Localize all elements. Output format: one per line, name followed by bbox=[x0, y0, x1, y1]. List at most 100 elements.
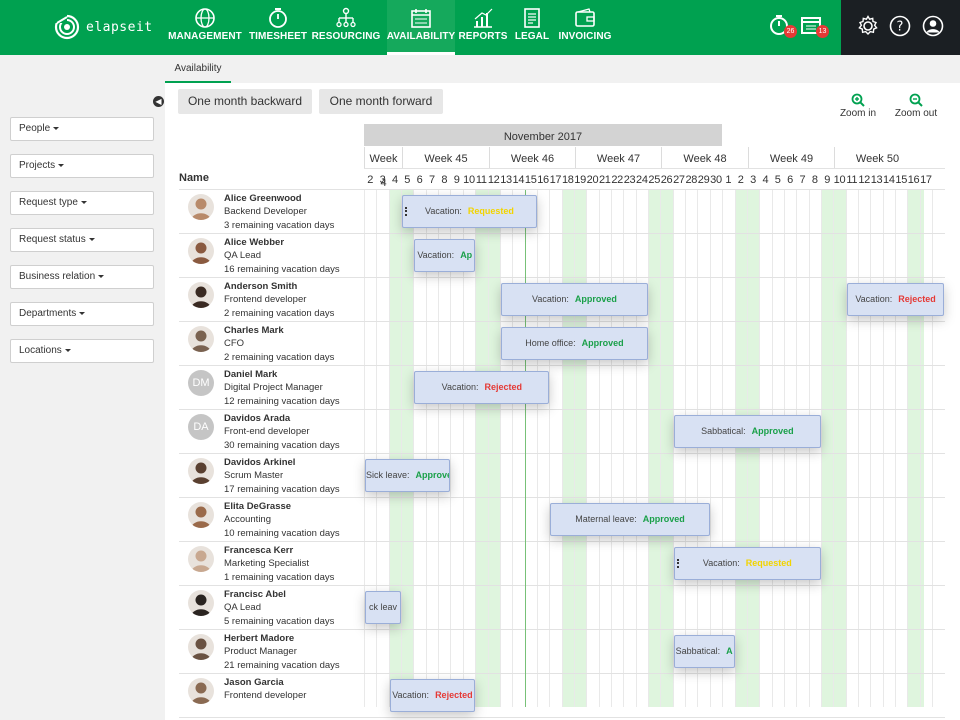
request-status: Approved bbox=[642, 514, 685, 524]
person-row[interactable]: Davidos Arkinel Scrum Master 17 remaining … bbox=[186, 454, 356, 498]
person-row[interactable]: Francesca Kerr Marketing Specialist 1 rema… bbox=[186, 542, 356, 586]
tab-availability[interactable]: Availability bbox=[165, 55, 231, 83]
request-bar[interactable]: Vacation: Rejected bbox=[389, 679, 476, 712]
person-role: Backend Developer bbox=[224, 206, 307, 217]
drag-handle-icon[interactable] bbox=[405, 207, 408, 216]
collapse-sidebar-icon[interactable]: ◀ bbox=[153, 96, 164, 107]
filter-request-type[interactable]: Request type bbox=[10, 191, 154, 215]
zoom-in-icon bbox=[851, 93, 865, 107]
person-row[interactable]: Herbert Madore Product Manager 21 remainin… bbox=[186, 630, 356, 674]
request-status: Approved bbox=[581, 338, 624, 348]
person-row[interactable]: Jason Garcia Frontend developer bbox=[186, 674, 356, 718]
day-header: 8 bbox=[441, 174, 448, 186]
day-header: 21 bbox=[598, 174, 611, 186]
request-bar[interactable]: Vacation: Approved bbox=[500, 283, 649, 316]
person-row[interactable]: Alice Greenwood Backend Developer 3 remain… bbox=[186, 190, 356, 234]
person-role: Digital Project Manager bbox=[224, 382, 323, 393]
request-bar[interactable]: Maternal leave: Approved bbox=[550, 503, 710, 536]
request-bar[interactable]: Vacation: Rejected bbox=[846, 283, 945, 316]
day-header: 7 bbox=[799, 174, 806, 186]
day-header: 13 bbox=[500, 174, 512, 186]
request-type: Vacation: bbox=[392, 690, 430, 700]
request-bar[interactable]: Vacation: Ap bbox=[414, 239, 476, 272]
nav-timesheet[interactable]: TIMESHEET bbox=[249, 0, 307, 55]
person-role: Frontend developer bbox=[224, 294, 307, 305]
day-header: 14 bbox=[512, 174, 525, 186]
app-logo[interactable]: elapseit bbox=[54, 13, 153, 41]
request-bar[interactable]: Sabbatical: A bbox=[673, 635, 735, 668]
zoom-out-button[interactable]: Zoom out bbox=[892, 93, 940, 119]
calendar-icon bbox=[409, 7, 433, 29]
person-row[interactable]: Elita DeGrasse Accounting 10 remaining vac… bbox=[186, 498, 356, 542]
filter-projects[interactable]: Projects bbox=[10, 154, 154, 178]
avatar bbox=[188, 546, 214, 572]
day-header: 17 bbox=[920, 174, 932, 186]
chevron-down-icon bbox=[88, 237, 95, 241]
day-header: 20 bbox=[586, 174, 599, 186]
day-header: 9 bbox=[453, 174, 460, 186]
nav-label: AVAILABILITY bbox=[386, 31, 456, 42]
avatar bbox=[188, 590, 214, 616]
today-marker bbox=[525, 190, 526, 707]
one-month-backward-button[interactable]: One month backward bbox=[178, 89, 312, 114]
day-header: 30 bbox=[710, 174, 722, 186]
day-header: 28 bbox=[685, 174, 698, 186]
day-header: 19 bbox=[574, 174, 586, 186]
filter-request-status[interactable]: Request status bbox=[10, 228, 154, 252]
nav-legal[interactable]: LEGAL bbox=[515, 0, 549, 55]
person-row[interactable]: DM Daniel Mark Digital Project Manager 12 r… bbox=[186, 366, 356, 410]
nav-availability[interactable]: AVAILABILITY bbox=[387, 0, 455, 55]
settings-icon[interactable] bbox=[857, 15, 879, 37]
request-bar[interactable]: Sabbatical: Approved bbox=[673, 415, 821, 448]
avatar bbox=[188, 326, 214, 352]
person-name: Elita DeGrasse bbox=[224, 501, 292, 512]
person-name: Charles Mark bbox=[224, 325, 284, 336]
request-type: Sabbatical: bbox=[675, 646, 721, 656]
request-type: Vacation: bbox=[417, 250, 455, 260]
request-bar[interactable]: Vacation: Rejected bbox=[414, 371, 550, 404]
svg-text:?: ? bbox=[897, 20, 904, 35]
day-header: 12 bbox=[858, 174, 870, 186]
one-month-forward-button[interactable]: One month forward bbox=[319, 89, 443, 114]
filter-label: People bbox=[19, 123, 51, 134]
nav-invoicing[interactable]: INVOICING bbox=[558, 0, 611, 55]
person-row[interactable]: Alice Webber QA Lead 16 remaining vacation… bbox=[186, 234, 356, 278]
day-header: 5 bbox=[404, 174, 411, 186]
request-bar[interactable]: Vacation: Requested bbox=[402, 195, 537, 228]
drag-handle-icon[interactable] bbox=[676, 559, 679, 568]
nav-label: REPORTS bbox=[458, 31, 508, 42]
filter-business-relation[interactable]: Business relation bbox=[10, 265, 154, 289]
zoom-in-button[interactable]: Zoom in bbox=[839, 93, 877, 119]
person-row[interactable]: Anderson Smith Frontend developer 2 remain… bbox=[186, 278, 356, 322]
request-bar[interactable]: ck leav bbox=[365, 591, 402, 624]
request-bar[interactable]: Sick leave: Approve bbox=[365, 459, 451, 492]
request-status: Rejected bbox=[435, 690, 473, 700]
filter-label: Projects bbox=[19, 160, 56, 171]
request-status: Requested bbox=[745, 558, 792, 568]
request-type: Sick leave: bbox=[366, 470, 410, 480]
day-header: 14 bbox=[883, 174, 895, 186]
help-icon[interactable]: ? bbox=[889, 15, 911, 37]
request-type: Vacation: bbox=[702, 558, 740, 568]
timer-notifications[interactable]: 26 bbox=[765, 0, 797, 55]
person-role: Scrum Master bbox=[224, 470, 284, 481]
logo-text: elapseit bbox=[86, 19, 153, 35]
nav-resourcing[interactable]: RESOURCING bbox=[312, 0, 380, 55]
calendar-notifications[interactable]: 13 bbox=[797, 0, 829, 55]
person-name: Anderson Smith bbox=[224, 281, 298, 292]
filter-locations[interactable]: Locations bbox=[10, 339, 154, 363]
filter-departments[interactable]: Departments bbox=[10, 302, 154, 326]
person-row[interactable]: Charles Mark CFO 2 remaining vacation days bbox=[186, 322, 356, 366]
request-bar[interactable]: Vacation: Requested bbox=[673, 547, 821, 580]
zoom-in-label: Zoom in bbox=[839, 108, 877, 119]
chevron-down-icon bbox=[80, 200, 87, 204]
filter-people[interactable]: People bbox=[10, 117, 154, 141]
person-row[interactable]: Francisc Abel QA Lead 5 remaining vacation… bbox=[186, 586, 356, 630]
nav-reports[interactable]: REPORTS bbox=[458, 0, 508, 55]
person-row[interactable]: DA Davidos Arada Front-end developer 30 rem… bbox=[186, 410, 356, 454]
request-bar[interactable]: Home office: Approved bbox=[500, 327, 649, 360]
org-chart-icon bbox=[334, 7, 358, 29]
nav-management[interactable]: MANAGEMENT bbox=[168, 0, 242, 55]
filter-label: Request status bbox=[19, 234, 86, 245]
user-icon[interactable] bbox=[922, 15, 944, 37]
